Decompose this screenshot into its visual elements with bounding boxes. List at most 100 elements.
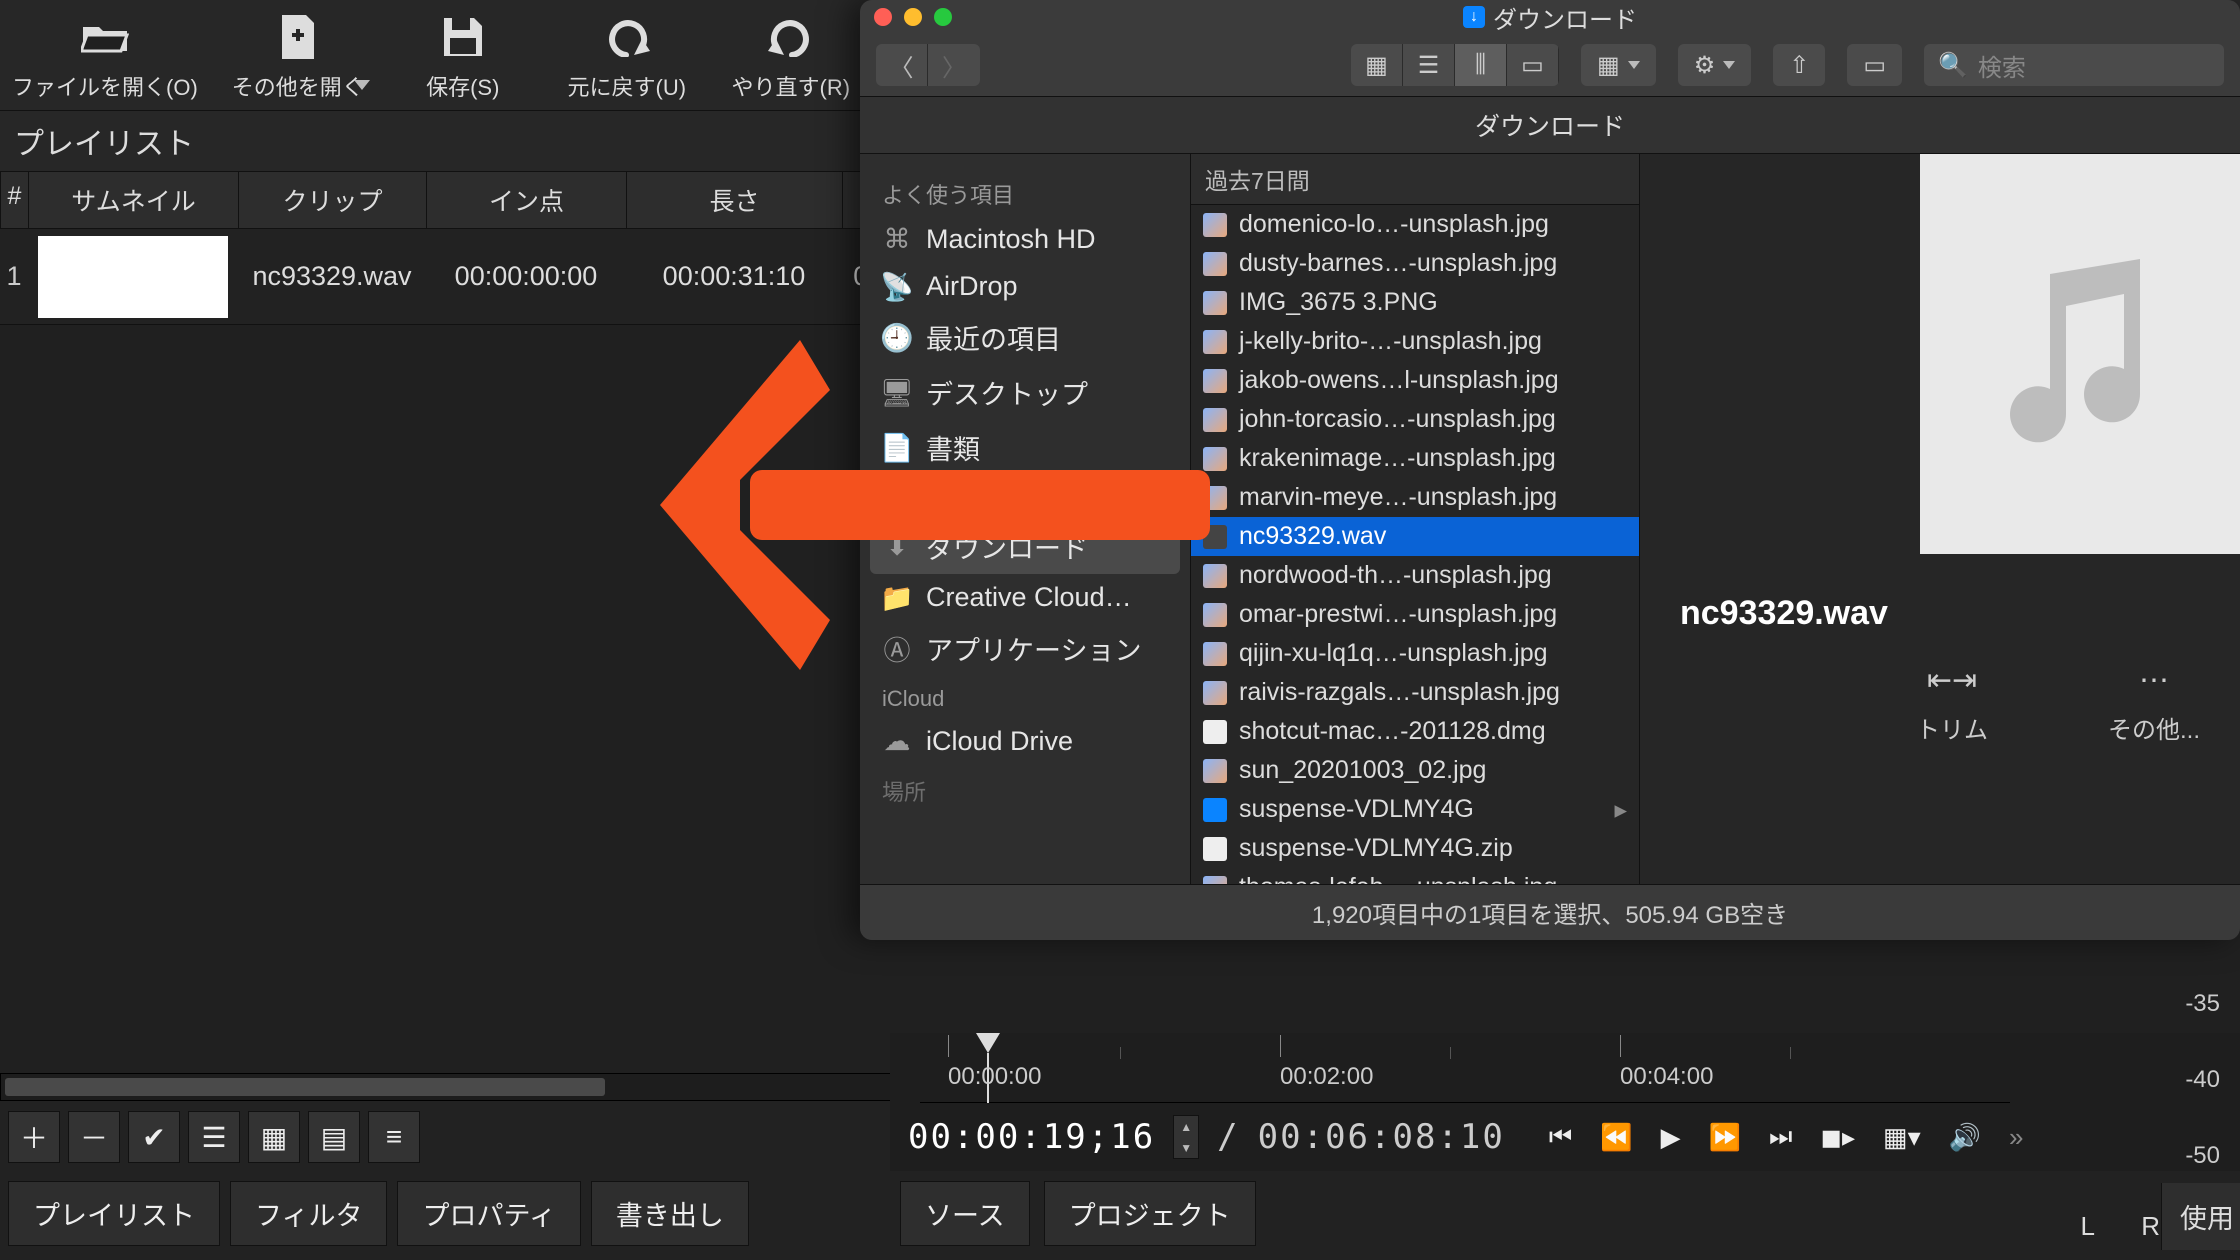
file-item[interactable]: john-torcasio…-unsplash.jpg <box>1191 400 1639 439</box>
file-item[interactable]: raivis-razgals…-unsplash.jpg <box>1191 673 1639 712</box>
file-item[interactable]: thomas-lefeb…-unsplash.jpg <box>1191 868 1639 884</box>
tab-property[interactable]: プロパティ <box>397 1181 580 1246</box>
file-item[interactable]: suspense-VDLMY4G.zip <box>1191 829 1639 868</box>
file-type-icon <box>1203 720 1227 744</box>
trim-action[interactable]: ⇤⇥トリム <box>1916 663 1988 745</box>
use-button[interactable]: 使用 <box>2161 1183 2240 1250</box>
tab-project[interactable]: プロジェクト <box>1044 1181 1256 1246</box>
timecode-stepper[interactable]: ▲▼ <box>1173 1115 1199 1159</box>
sidebar-item[interactable]: 🖥デスクトップ <box>870 365 1180 420</box>
play-icon[interactable]: ▶ <box>1661 1122 1681 1153</box>
timecode-sep: / <box>1217 1117 1239 1157</box>
file-item[interactable]: nordwood-th…-unsplash.jpg <box>1191 556 1639 595</box>
col-duration[interactable]: 長さ <box>627 172 843 228</box>
file-item[interactable]: jakob-owens…l-unsplash.jpg <box>1191 361 1639 400</box>
close-window-button[interactable] <box>874 8 892 26</box>
sidebar-section-places: 場所 <box>870 765 1180 813</box>
file-item[interactable]: nc93329.wav <box>1191 517 1639 556</box>
tab-playlist[interactable]: プレイリスト <box>8 1181 220 1246</box>
forward-button[interactable]: 〉 <box>928 44 980 86</box>
sidebar-item-icon: 🕘 <box>882 323 912 353</box>
zoom-fit-icon[interactable]: ◼︎▸ <box>1820 1122 1855 1153</box>
volume-icon[interactable]: 🔊 <box>1949 1122 1981 1153</box>
file-item[interactable]: dusty-barnes…-unsplash.jpg <box>1191 244 1639 283</box>
file-item[interactable]: IMG_3675 3.PNG <box>1191 283 1639 322</box>
file-item[interactable]: krakenimage…-unsplash.jpg <box>1191 439 1639 478</box>
finder-pathbar: ダウンロード <box>860 97 2240 154</box>
col-number[interactable]: # <box>1 172 29 228</box>
column-view-button[interactable]: ⫼ <box>1455 44 1507 86</box>
sidebar-item[interactable]: ⬇ダウンロード <box>870 519 1180 574</box>
list-view-button[interactable]: ☰ <box>1403 44 1455 86</box>
gallery-view-button[interactable]: ▭ <box>1507 44 1559 86</box>
action-button[interactable]: ⚙ <box>1678 44 1752 86</box>
file-type-icon <box>1203 213 1227 237</box>
fullscreen-window-button[interactable] <box>934 8 952 26</box>
db-label: -50 <box>2185 1142 2220 1170</box>
tags-button[interactable]: ▭ <box>1847 44 1902 86</box>
open-other-button[interactable]: その他を開く <box>232 6 364 102</box>
timeline-panel: -35 -40 -50 00:00:00 00:02:00 00:04:00 0… <box>890 1033 2240 1260</box>
sidebar-item[interactable]: 🕘最近の項目 <box>870 310 1180 365</box>
col-clip[interactable]: クリップ <box>239 172 427 228</box>
grid-snap-icon[interactable]: ▦▾ <box>1883 1122 1921 1153</box>
grid-view-button[interactable]: ▦ <box>248 1111 300 1163</box>
file-item[interactable]: omar-prestwi…-unsplash.jpg <box>1191 595 1639 634</box>
save-button[interactable]: 保存(S) <box>398 6 528 102</box>
skip-end-icon[interactable]: ⏭ <box>1769 1121 1792 1153</box>
open-file-button[interactable]: ファイルを開く(O) <box>12 6 198 102</box>
arrange-button[interactable]: ▦ <box>1581 44 1656 86</box>
add-button[interactable]: ＋ <box>8 1111 60 1163</box>
db-meter-scale: -35 -40 -50 <box>2020 990 2230 1170</box>
icon-view-button[interactable]: ▦ <box>1351 44 1403 86</box>
row-inpoint: 00:00:00:00 <box>426 261 626 292</box>
timecode-position[interactable]: 00:00:19;16 <box>908 1117 1155 1157</box>
share-button[interactable]: ⇧ <box>1773 44 1825 86</box>
file-item[interactable]: domenico-lo…-unsplash.jpg <box>1191 205 1639 244</box>
search-field[interactable]: 🔍 検索 <box>1924 44 2224 86</box>
tab-source[interactable]: ソース <box>900 1181 1030 1246</box>
playhead-icon[interactable] <box>976 1033 1000 1053</box>
apply-button[interactable]: ✔ <box>128 1111 180 1163</box>
forward-icon[interactable]: ⏩ <box>1709 1122 1741 1153</box>
other-action[interactable]: ⋯その他... <box>2108 663 2200 745</box>
rewind-icon[interactable]: ⏪ <box>1600 1122 1632 1153</box>
file-item[interactable]: marvin-meye…-unsplash.jpg <box>1191 478 1639 517</box>
sidebar-item[interactable]: 📡AirDrop <box>870 263 1180 310</box>
time-ruler[interactable]: 00:00:00 00:02:00 00:04:00 <box>920 1033 2010 1103</box>
sidebar-item[interactable]: ⌘Macintosh HD <box>870 216 1180 263</box>
file-item[interactable]: qijin-xu-lq1q…-unsplash.jpg <box>1191 634 1639 673</box>
playlist-title: プレイリスト <box>14 119 194 163</box>
file-plus-icon <box>278 10 318 64</box>
menu-button[interactable]: ≡ <box>368 1111 420 1163</box>
sidebar-item[interactable]: 📁Creative Cloud… <box>870 574 1180 621</box>
finder-titlebar[interactable]: ↓ ダウンロード <box>860 0 2240 34</box>
file-type-icon <box>1203 291 1227 315</box>
redo-label: やり直す(R) <box>732 70 851 102</box>
detail-view-button[interactable]: ▤ <box>308 1111 360 1163</box>
cloud-icon: ☁ <box>882 727 912 757</box>
window-title: ↓ ダウンロード <box>1463 0 1637 35</box>
back-button[interactable]: 〈 <box>876 44 928 86</box>
undo-button[interactable]: 元に戻す(U) <box>562 6 692 102</box>
col-in[interactable]: イン点 <box>427 172 627 228</box>
preview-thumbnail <box>1920 154 2240 554</box>
file-item[interactable]: shotcut-mac…-201128.dmg <box>1191 712 1639 751</box>
skip-start-icon[interactable]: ⏮ <box>1549 1121 1572 1153</box>
redo-button[interactable]: やり直す(R) <box>726 6 856 102</box>
file-item[interactable]: suspense-VDLMY4G <box>1191 790 1639 829</box>
minimize-window-button[interactable] <box>904 8 922 26</box>
caret-down-icon <box>1628 61 1640 69</box>
file-item[interactable]: j-kelly-brito-…-unsplash.jpg <box>1191 322 1639 361</box>
remove-button[interactable]: － <box>68 1111 120 1163</box>
col-thumbnail[interactable]: サムネイル <box>29 172 239 228</box>
file-type-icon <box>1203 681 1227 705</box>
sidebar-item-icloud-drive[interactable]: ☁iCloud Drive <box>870 718 1180 765</box>
sidebar-item[interactable]: 📄書類 <box>870 420 1180 475</box>
file-type-icon <box>1203 330 1227 354</box>
list-view-button[interactable]: ☰ <box>188 1111 240 1163</box>
sidebar-item[interactable]: Ⓐアプリケーション <box>870 621 1180 676</box>
tab-filter[interactable]: フィルタ <box>230 1181 387 1246</box>
tab-export[interactable]: 書き出し <box>591 1181 749 1246</box>
file-item[interactable]: sun_20201003_02.jpg <box>1191 751 1639 790</box>
